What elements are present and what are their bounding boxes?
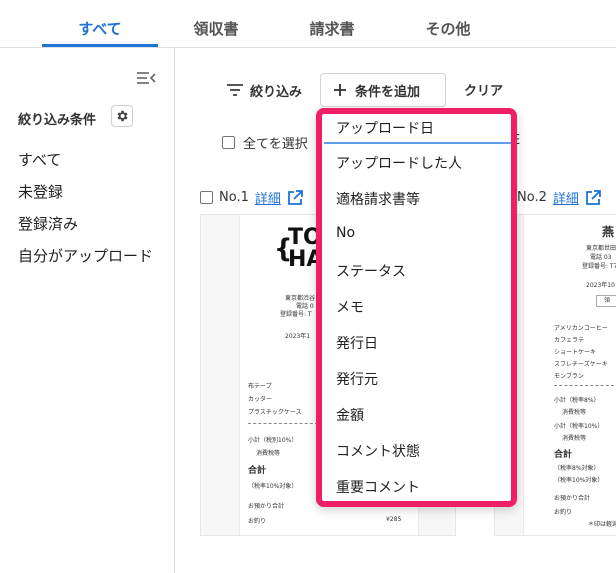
- select-all-checkbox[interactable]: [222, 136, 235, 149]
- add-condition-button[interactable]: 条件を追加: [320, 73, 446, 107]
- dropdown-item-qualified-invoice[interactable]: 適格請求書等: [336, 189, 420, 209]
- receipt-item: カッター: [248, 396, 273, 403]
- select-all-row: 全てを選択: [222, 133, 308, 152]
- receipt-phone: 電話 03: [590, 254, 612, 261]
- sidebar-item-registered[interactable]: 登録済み: [18, 213, 78, 234]
- receipt-reg-number: 登録番号: T: [280, 311, 312, 318]
- detail-link-1[interactable]: 詳細: [255, 188, 281, 207]
- card-number-2: No.2: [517, 190, 547, 205]
- dropdown-item-memo[interactable]: メモ: [336, 297, 364, 317]
- receipt-note: ＊印は軽減: [588, 521, 616, 528]
- dropdown-item-issuer[interactable]: 発行元: [336, 369, 378, 389]
- receipt-subtotal: 小計（税別10%）: [248, 437, 298, 444]
- receipt-date: 2023年1: [285, 333, 311, 340]
- tab-other[interactable]: その他: [393, 18, 503, 39]
- receipt-divider: [554, 385, 614, 386]
- receipt-received: お預かり合計: [248, 503, 285, 510]
- dropdown-item-issue-date[interactable]: 発行日: [336, 333, 378, 353]
- card-number-1: No.1: [219, 190, 249, 205]
- sidebar-item-my-uploads[interactable]: 自分がアップロード: [18, 245, 153, 266]
- receipt-address: 東京都世田: [586, 245, 616, 252]
- receipt-subtotal: 小計（税率8%）: [554, 397, 600, 404]
- plus-icon: [334, 84, 346, 96]
- receipt-item: モンブラン: [554, 373, 584, 380]
- tab-receipts[interactable]: 領収書: [161, 18, 271, 39]
- receipt-item: ショートケーキ: [554, 349, 597, 356]
- card-header-2: No.2 詳細: [517, 188, 601, 207]
- filter-button[interactable]: 絞り込み: [226, 80, 302, 100]
- dropdown-item-no[interactable]: No: [336, 225, 355, 241]
- sidebar-item-all[interactable]: すべて: [18, 149, 61, 170]
- sidebar-item-unregistered[interactable]: 未登録: [18, 181, 63, 202]
- receipt-change: お釣り: [248, 518, 267, 525]
- card-checkbox-1[interactable]: [200, 191, 213, 204]
- receipt-item: プラスチックケース: [248, 409, 302, 416]
- tab-all[interactable]: すべて: [45, 18, 155, 39]
- collapse-sidebar-icon[interactable]: [136, 70, 156, 86]
- tab-invoices[interactable]: 請求書: [277, 18, 387, 39]
- detail-link-2[interactable]: 詳細: [553, 188, 579, 207]
- receipt-stamp: 領: [596, 295, 616, 307]
- receipt-item: アメリカンコーヒー: [554, 325, 608, 332]
- external-link-icon[interactable]: [585, 189, 601, 206]
- receipt-tax: 消費税等: [562, 409, 587, 416]
- dropdown-item-upload-date[interactable]: アップロード日: [336, 118, 434, 138]
- filter-icon: [227, 84, 243, 96]
- external-link-icon[interactable]: [287, 189, 303, 206]
- active-tab-indicator: [42, 44, 158, 47]
- dropdown-item-important-comment[interactable]: 重要コメント: [336, 477, 420, 497]
- receipt-date: 2023年10: [586, 282, 615, 289]
- sidebar: 絞り込み条件 すべて 未登録 登録済み 自分がアップロード: [0, 48, 175, 573]
- receipt-subtotal: 小計（税率10%）: [554, 423, 604, 430]
- receipt-change: お釣り: [554, 509, 573, 516]
- receipt-item: 布テープ: [248, 383, 272, 390]
- gear-icon: [117, 110, 128, 122]
- receipt-tax-target: （税率10%対象）: [554, 477, 604, 484]
- dropdown-item-comment-status[interactable]: コメント状態: [336, 441, 420, 461]
- receipt-tax: 消費税等: [256, 450, 281, 457]
- receipt-tax-target: （税率10%対象）: [248, 483, 298, 490]
- dropdown-item-uploader[interactable]: アップロードした人: [336, 153, 462, 173]
- receipt-total: 合計: [554, 450, 573, 460]
- add-condition-dropdown: アップロード日 アップロードした人 適格請求書等 No ステータス メモ 発行日…: [316, 108, 517, 507]
- receipt-item: カフェラテ: [554, 337, 585, 344]
- card-header-1: No.1 詳細: [200, 188, 303, 207]
- receipt-total: 合計: [248, 466, 267, 476]
- receipt-tax-target: （税率8%対象）: [554, 465, 600, 472]
- clear-button[interactable]: クリア: [464, 80, 503, 99]
- dropdown-item-amount[interactable]: 金額: [336, 405, 364, 425]
- select-all-label: 全てを選択: [243, 137, 308, 152]
- receipt-received: お預かり合計: [554, 495, 591, 502]
- filter-button-label: 絞り込み: [250, 84, 303, 100]
- add-condition-label: 条件を追加: [355, 84, 421, 100]
- receipt-shop-name: 燕: [602, 225, 615, 239]
- dropdown-item-status[interactable]: ステータス: [336, 261, 406, 281]
- filter-conditions-title: 絞り込み条件: [18, 113, 97, 128]
- receipt-tax: 消費税等: [562, 435, 587, 442]
- receipt-change-value: ¥285: [386, 516, 402, 523]
- receipt-item: スフレチーズケーキ: [554, 361, 608, 368]
- receipt-reg-number: 登録番号: T7: [582, 263, 616, 270]
- category-tabs: すべて 領収書 請求書 その他: [0, 0, 616, 48]
- dropdown-focus-underline: [324, 142, 511, 144]
- receipt-divider: [248, 423, 318, 424]
- filter-settings-button[interactable]: [111, 105, 133, 127]
- receipt-image-2: 燕 東京都世田 電話 03 登録番号: T7 2023年10 領 アメリカンコー…: [523, 215, 616, 535]
